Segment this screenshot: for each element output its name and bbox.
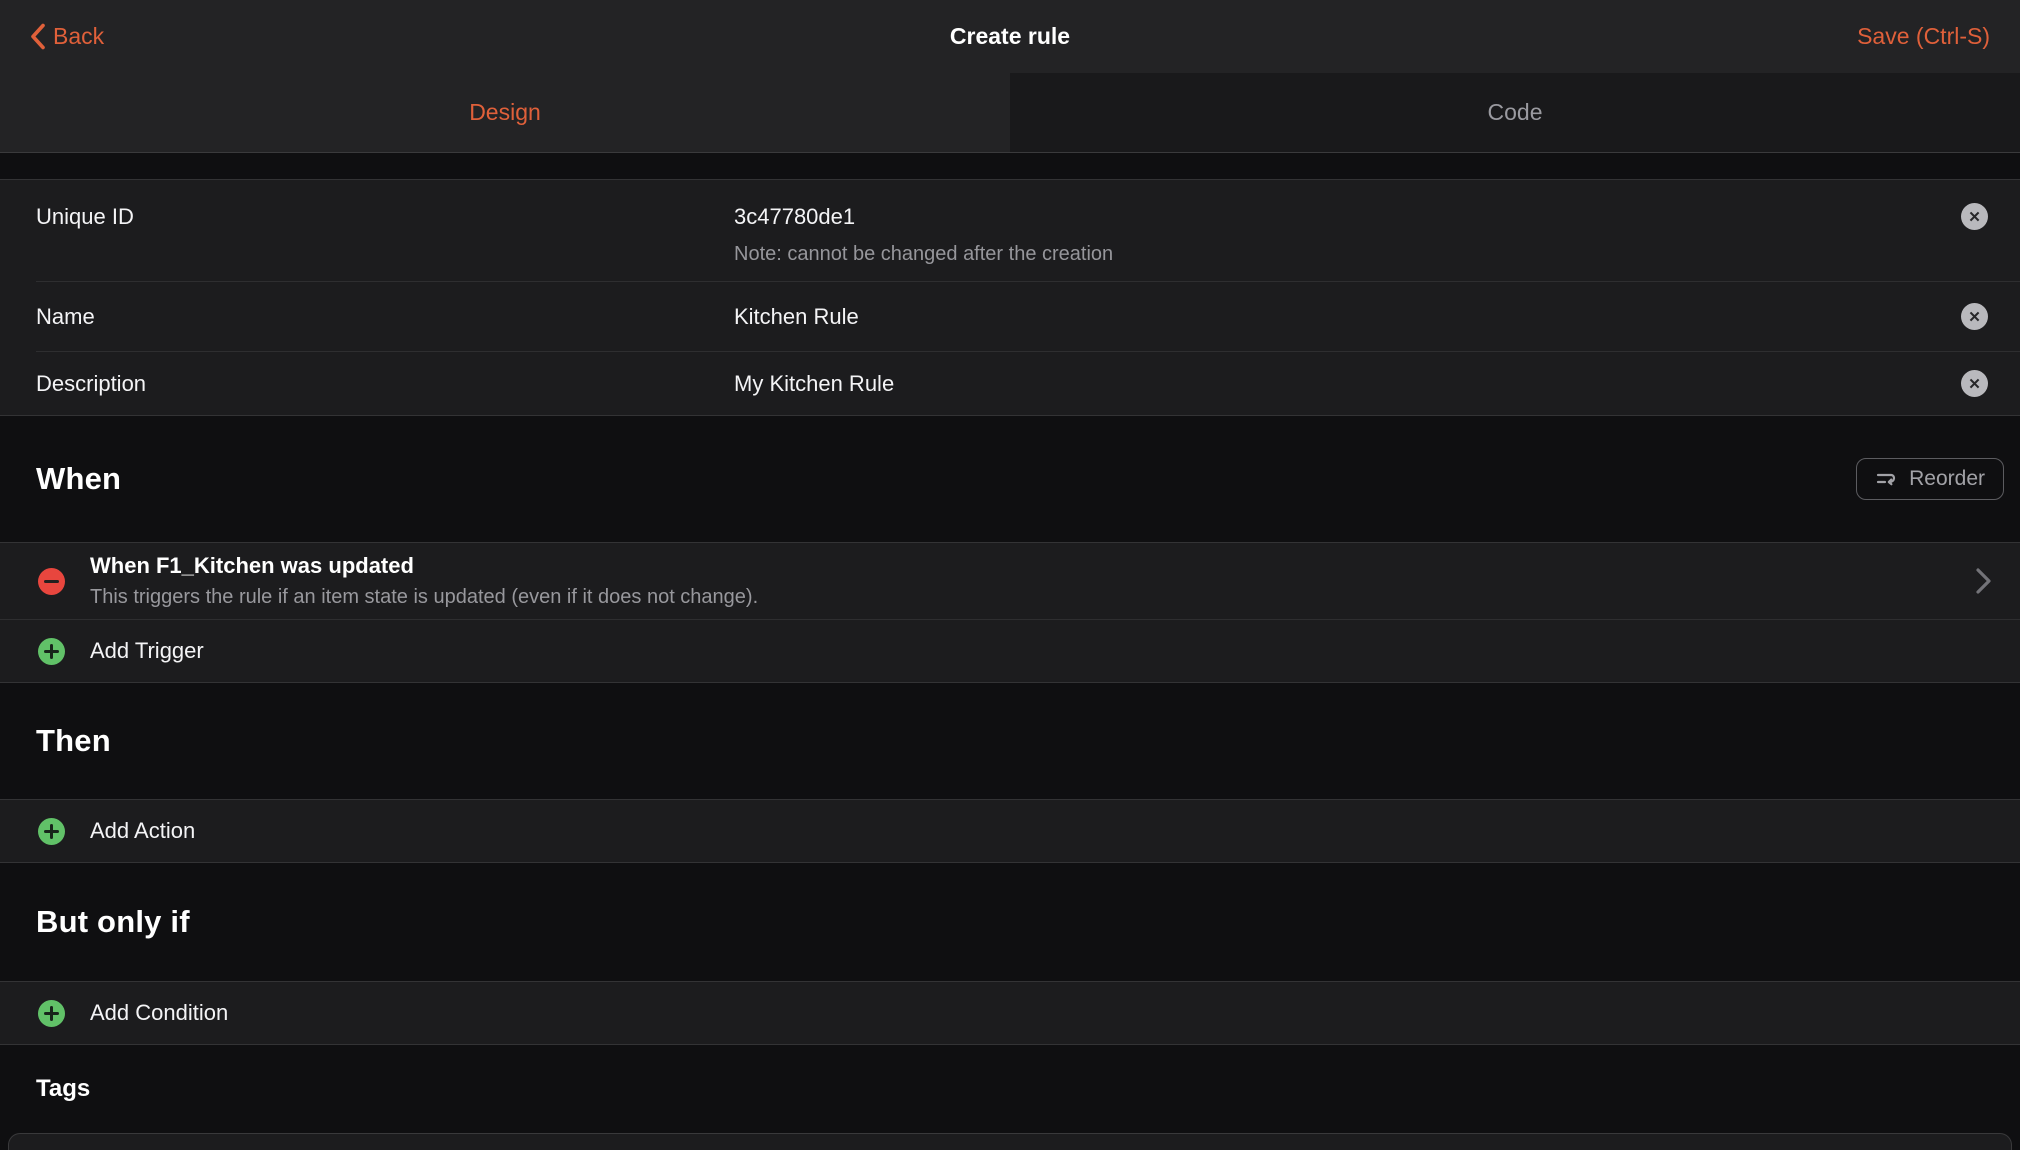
description-label: Description [36, 371, 734, 397]
add-action-label: Add Action [90, 818, 195, 844]
unique-id-row: Unique ID 3c47780de1 Note: cannot be cha… [0, 180, 2020, 281]
clear-name-icon[interactable]: ✕ [1961, 303, 1988, 330]
but-only-if-title: But only if [36, 904, 190, 940]
actions-card: Add Action [0, 799, 2020, 863]
add-condition-icon [38, 1000, 65, 1027]
page-title: Create rule [0, 23, 2020, 50]
tab-design[interactable]: Design [0, 73, 1010, 152]
trigger-title: When F1_Kitchen was updated [90, 553, 1961, 579]
tab-bar: Design Code [0, 73, 2020, 153]
clear-unique-id-icon[interactable]: ✕ [1961, 203, 1988, 230]
trigger-item[interactable]: When F1_Kitchen was updated This trigger… [0, 543, 2020, 619]
back-button[interactable]: Back [30, 23, 104, 50]
save-button[interactable]: Save (Ctrl-S) [1857, 23, 1990, 50]
tab-code[interactable]: Code [1010, 73, 2020, 152]
add-condition-label: Add Condition [90, 1000, 228, 1026]
tags-title: Tags [36, 1075, 90, 1103]
semantic-class-row[interactable]: Semantic Class None [9, 1134, 2011, 1150]
conditions-card: Add Condition [0, 981, 2020, 1045]
unique-id-input[interactable]: 3c47780de1 [734, 204, 1943, 230]
unique-id-label: Unique ID [36, 204, 734, 230]
rule-form-card: Unique ID 3c47780de1 Note: cannot be cha… [0, 179, 2020, 416]
spacer [0, 153, 2020, 179]
remove-trigger-icon[interactable] [38, 568, 65, 595]
add-action-icon [38, 818, 65, 845]
name-input[interactable]: Kitchen Rule [734, 304, 1943, 330]
name-label: Name [36, 304, 734, 330]
reorder-label: Reorder [1909, 467, 1985, 491]
add-trigger-button[interactable]: Add Trigger [0, 620, 2020, 682]
tags-card: Semantic Class None [8, 1133, 2012, 1150]
navbar: Back Create rule Save (Ctrl-S) [0, 0, 2020, 73]
then-section-header: Then [0, 683, 2020, 799]
add-action-button[interactable]: Add Action [0, 800, 2020, 862]
reorder-button[interactable]: Reorder [1856, 458, 2004, 500]
chevron-right-icon [1975, 566, 1992, 596]
clear-description-icon[interactable]: ✕ [1961, 370, 1988, 397]
when-title: When [36, 461, 121, 497]
add-trigger-icon [38, 638, 65, 665]
trigger-description: This triggers the rule if an item state … [90, 586, 1961, 609]
triggers-card: When F1_Kitchen was updated This trigger… [0, 542, 2020, 683]
unique-id-note: Note: cannot be changed after the creati… [734, 243, 1943, 266]
name-row: Name Kitchen Rule ✕ [0, 282, 2020, 351]
back-label: Back [53, 23, 104, 50]
description-row: Description My Kitchen Rule ✕ [0, 352, 2020, 415]
chevron-left-icon [30, 23, 46, 50]
add-trigger-label: Add Trigger [90, 638, 204, 664]
reorder-icon [1875, 470, 1899, 488]
description-input[interactable]: My Kitchen Rule [734, 371, 1943, 397]
add-condition-button[interactable]: Add Condition [0, 982, 2020, 1044]
tags-section-header: Tags [0, 1045, 2020, 1133]
when-section-header: When Reorder [0, 416, 2020, 542]
but-only-if-section-header: But only if [0, 863, 2020, 981]
then-title: Then [36, 723, 111, 759]
